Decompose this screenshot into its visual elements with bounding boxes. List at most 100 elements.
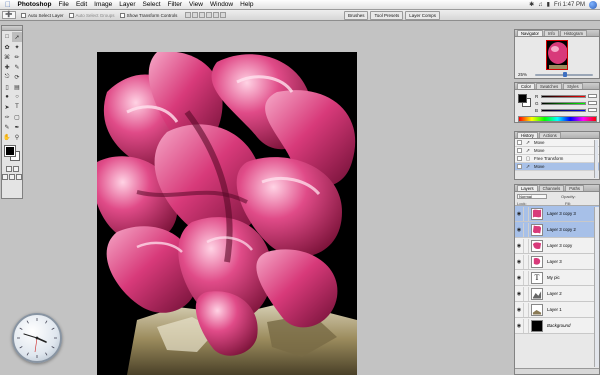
navigator-thumbnail[interactable] xyxy=(546,40,568,70)
visibility-eye-icon[interactable]: ◉ xyxy=(515,227,523,233)
pen-tool-icon[interactable]: ✑ xyxy=(2,112,12,122)
tab-actions[interactable]: Actions xyxy=(539,132,561,138)
document-canvas[interactable] xyxy=(97,52,357,375)
volume-icon[interactable]: ♫ xyxy=(538,0,543,10)
apple-menu-icon[interactable]:  xyxy=(2,0,14,9)
layer-name[interactable]: Layer 2 xyxy=(547,291,562,296)
menu-photoshop[interactable]: Photoshop xyxy=(14,0,55,10)
layer-link-icon[interactable] xyxy=(523,206,529,221)
menu-layer[interactable]: Layer xyxy=(116,0,139,10)
menu-edit[interactable]: Edit xyxy=(72,0,90,10)
visibility-eye-icon[interactable]: ◉ xyxy=(515,323,523,329)
tab-styles[interactable]: Styles xyxy=(563,83,583,89)
history-item-selected[interactable]: ➚ Move xyxy=(515,163,599,171)
layer-name[interactable]: Layer 3 copy 2 xyxy=(547,227,576,232)
layer-link-icon[interactable] xyxy=(523,318,529,333)
standard-screen-icon[interactable] xyxy=(2,174,8,180)
visibility-eye-icon[interactable]: ◉ xyxy=(515,211,523,217)
history-brush-source-icon[interactable] xyxy=(517,148,522,153)
show-transform-option[interactable]: Show Transform Controls xyxy=(119,12,177,18)
tab-info[interactable]: Info xyxy=(543,30,559,36)
history-item[interactable]: ➚ Move xyxy=(515,139,599,147)
red-slider[interactable] xyxy=(541,94,586,98)
tab-navigator[interactable]: Navigator xyxy=(517,30,543,36)
layer-row[interactable]: ◉ Layer 3 copy xyxy=(515,238,599,254)
green-value-field[interactable] xyxy=(588,101,597,105)
blue-slider[interactable] xyxy=(541,108,586,112)
well-tab-brushes[interactable]: Brushes xyxy=(343,10,369,20)
move-tool-icon[interactable]: ➚ xyxy=(12,32,22,42)
layer-row[interactable]: ◉ Layer 3 copy 3 xyxy=(515,206,599,222)
crop-tool-icon[interactable]: ⌘ xyxy=(2,52,12,62)
align-center-icon[interactable] xyxy=(213,12,220,18)
tab-layers[interactable]: Layers xyxy=(517,185,538,191)
healing-brush-tool-icon[interactable]: ✚ xyxy=(2,62,12,72)
menu-image[interactable]: Image xyxy=(91,0,116,10)
checkbox-icon[interactable] xyxy=(119,12,125,18)
green-slider-row[interactable]: G xyxy=(535,101,597,106)
clock-widget[interactable] xyxy=(12,313,62,363)
zoom-slider-handle[interactable] xyxy=(563,72,567,77)
red-value-field[interactable] xyxy=(588,94,597,98)
red-slider-row[interactable]: R xyxy=(535,94,597,99)
checkbox-icon[interactable] xyxy=(68,12,74,18)
tab-histogram[interactable]: Histogram xyxy=(559,30,588,36)
menu-help[interactable]: Help xyxy=(237,0,257,10)
layer-name[interactable]: Layer 1 xyxy=(547,307,562,312)
layer-name[interactable]: Layer 3 copy xyxy=(547,243,572,248)
align-top-icon[interactable] xyxy=(185,12,192,18)
gradient-tool-icon[interactable]: ▤ xyxy=(12,82,22,92)
visibility-eye-icon[interactable]: ◉ xyxy=(515,291,523,297)
layer-link-icon[interactable] xyxy=(523,222,529,237)
lasso-tool-icon[interactable]: ✿ xyxy=(2,42,12,52)
history-item[interactable]: ▢ Free Transform xyxy=(515,155,599,163)
eraser-tool-icon[interactable]: ▯ xyxy=(2,82,12,92)
visibility-eye-icon[interactable]: ◉ xyxy=(515,259,523,265)
full-screen-menu-icon[interactable] xyxy=(9,174,15,180)
standard-mode-icon[interactable] xyxy=(5,166,12,172)
tab-paths[interactable]: Paths xyxy=(565,185,584,191)
layer-row[interactable]: ◉ Layer 3 copy 2 xyxy=(515,222,599,238)
battery-icon[interactable]: ▮ xyxy=(547,0,550,10)
history-brush-tool-icon[interactable]: ⟳ xyxy=(12,72,22,82)
checkbox-icon[interactable] xyxy=(21,12,26,18)
align-right-icon[interactable] xyxy=(220,12,227,18)
tab-color[interactable]: Color xyxy=(517,83,536,89)
visibility-eye-icon[interactable]: ◉ xyxy=(515,275,523,281)
layer-name[interactable]: Layer 3 xyxy=(547,259,562,264)
history-brush-source-icon[interactable] xyxy=(517,164,522,169)
layer-link-icon[interactable] xyxy=(523,238,529,253)
layer-row[interactable]: ◉ Background xyxy=(515,318,599,334)
green-slider[interactable] xyxy=(541,101,586,105)
blend-mode-select[interactable]: Normal xyxy=(517,194,547,199)
path-selection-tool-icon[interactable]: ➤ xyxy=(2,102,12,112)
layer-link-icon[interactable] xyxy=(523,286,529,301)
layer-link-icon[interactable] xyxy=(523,270,529,285)
dodge-tool-icon[interactable]: ○ xyxy=(12,92,22,102)
history-item[interactable]: ➚ Move xyxy=(515,147,599,155)
layer-row[interactable]: ◉ Layer 1 xyxy=(515,302,599,318)
menu-filter[interactable]: Filter xyxy=(164,0,185,10)
align-middle-icon[interactable] xyxy=(192,12,199,18)
layer-name[interactable]: Layer 3 copy 3 xyxy=(547,211,576,216)
menu-view[interactable]: View xyxy=(186,0,207,10)
magic-wand-tool-icon[interactable]: ✦ xyxy=(12,42,22,52)
spotlight-icon[interactable] xyxy=(589,0,597,9)
layer-link-icon[interactable] xyxy=(523,302,529,317)
menu-select[interactable]: Select xyxy=(139,0,164,10)
layers-scrollbar[interactable] xyxy=(594,207,599,367)
notes-tool-icon[interactable]: ✎ xyxy=(2,122,12,132)
well-tab-tool-presets[interactable]: Tool Presets xyxy=(370,10,404,20)
menu-clock[interactable]: Fri 1:47 PM xyxy=(554,0,585,10)
foreground-color-swatch[interactable] xyxy=(4,145,16,157)
layer-row[interactable]: ◉ T My pic xyxy=(515,270,599,286)
menu-file[interactable]: File xyxy=(55,0,72,10)
menu-window[interactable]: Window xyxy=(207,0,237,10)
layer-row[interactable]: ◉ Layer 3 xyxy=(515,254,599,270)
zoom-value[interactable]: 25% xyxy=(518,72,527,77)
slice-tool-icon[interactable]: ✏ xyxy=(12,52,22,62)
align-left-icon[interactable] xyxy=(206,12,213,18)
eyedropper-tool-icon[interactable]: ✒ xyxy=(12,122,22,132)
layer-name[interactable]: My pic xyxy=(547,275,560,280)
clone-stamp-tool-icon[interactable]: ⎋ xyxy=(2,72,12,82)
